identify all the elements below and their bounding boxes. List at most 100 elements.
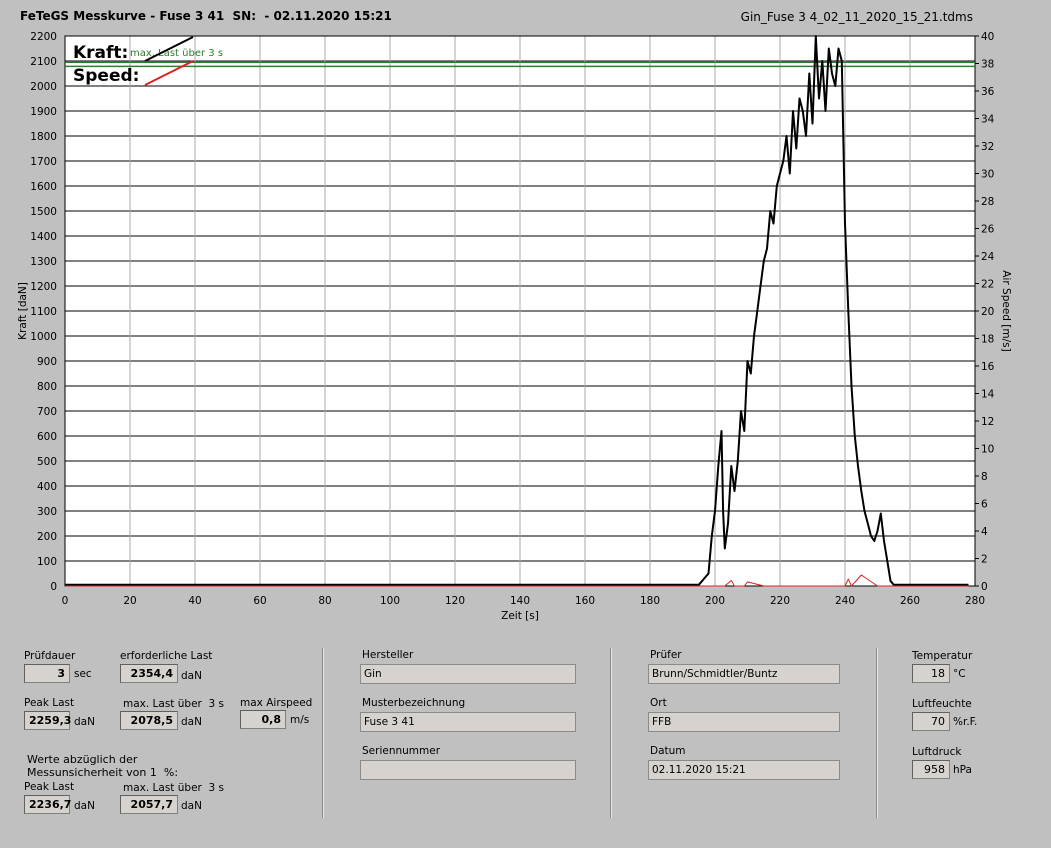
hersteller-label: Hersteller — [362, 649, 414, 661]
y-tick-label: 1800 — [30, 131, 57, 143]
max-airspeed-label: max Airspeed — [240, 697, 313, 709]
y2-tick-label: 36 — [981, 86, 995, 98]
y-tick-label: 1100 — [30, 306, 57, 318]
hersteller-field[interactable]: Gin — [360, 664, 576, 684]
y-tick-label: 2100 — [30, 56, 57, 68]
x-tick-label: 240 — [835, 595, 855, 607]
y-tick-label: 600 — [37, 431, 57, 443]
ort-field[interactable]: FFB — [648, 712, 840, 732]
temperatur-label: Temperatur — [912, 650, 973, 662]
luftfeuchte-unit: %r.F. — [953, 716, 978, 728]
separator — [610, 648, 612, 818]
y-tick-label: 1700 — [30, 156, 57, 168]
erforderliche-last-label: erforderliche Last — [120, 650, 213, 662]
pruefer-label: Prüfer — [650, 649, 682, 661]
x-tick-label: 220 — [770, 595, 790, 607]
y-tick-label: 200 — [37, 531, 57, 543]
max-airspeed-unit: m/s — [290, 714, 310, 726]
y2-tick-label: 4 — [981, 526, 988, 538]
peak-last-unit: daN — [74, 716, 95, 728]
y-tick-label: 100 — [37, 556, 57, 568]
peak-last-value: 2259,3 — [24, 711, 71, 730]
luftfeuchte-value: 70 — [912, 712, 950, 731]
y-tick-label: 1900 — [30, 106, 57, 118]
y2-tick-label: 16 — [981, 361, 995, 373]
x-tick-label: 20 — [123, 595, 136, 607]
legend-label-speed: Speed: — [73, 66, 139, 86]
y-tick-label: 1400 — [30, 231, 57, 243]
y-axis-label: Kraft [daN] — [17, 282, 29, 340]
peak-last-corrected-label: Peak Last — [24, 781, 75, 793]
datum-field[interactable]: 02.11.2020 15:21 — [648, 760, 840, 780]
y-tick-label: 800 — [37, 381, 57, 393]
ort-label: Ort — [650, 697, 667, 709]
pruefer-field[interactable]: Brunn/Schmidtler/Buntz — [648, 664, 840, 684]
y2-tick-label: 34 — [981, 114, 995, 126]
x-tick-label: 280 — [965, 595, 985, 607]
x-tick-label: 40 — [188, 595, 201, 607]
y2-tick-label: 6 — [981, 499, 988, 511]
y-tick-label: 1500 — [30, 206, 57, 218]
pruefdauer-unit: sec — [74, 668, 92, 680]
y2-tick-label: 22 — [981, 279, 994, 291]
y-tick-label: 1600 — [30, 181, 57, 193]
seriennummer-label: Seriennummer — [362, 745, 441, 757]
y-tick-label: 400 — [37, 481, 57, 493]
max-last-unit: daN — [181, 716, 202, 728]
x-tick-label: 200 — [705, 595, 725, 607]
luftdruck-value: 958 — [912, 760, 950, 779]
datum-label: Datum — [650, 745, 686, 757]
uncertainty-note: Werte abzüglich der Messunsicherheit von… — [27, 753, 179, 779]
x-tick-label: 120 — [445, 595, 465, 607]
y2-tick-label: 10 — [981, 444, 994, 456]
erforderliche-last-unit: daN — [181, 670, 202, 682]
erforderliche-last-value: 2354,4 — [120, 664, 178, 683]
musterbezeichnung-field[interactable]: Fuse 3 41 — [360, 712, 576, 732]
musterbezeichnung-label: Musterbezeichnung — [362, 697, 466, 709]
x-tick-label: 100 — [380, 595, 400, 607]
seriennummer-field[interactable] — [360, 760, 576, 780]
pruefdauer-label: Prüfdauer — [24, 650, 76, 662]
y2-tick-label: 32 — [981, 141, 994, 153]
x-tick-label: 0 — [62, 595, 69, 607]
force-speed-chart: 0100200300400500600700800900100011001200… — [17, 31, 1012, 622]
y2-tick-label: 38 — [981, 59, 994, 71]
max-last-corrected-label: max. Last über 3 s — [123, 782, 225, 794]
y2-tick-label: 28 — [981, 196, 994, 208]
y2-tick-label: 40 — [981, 31, 994, 43]
separator — [322, 648, 324, 818]
y2-tick-label: 18 — [981, 334, 994, 346]
y-tick-label: 1300 — [30, 256, 57, 268]
luftdruck-unit: hPa — [953, 764, 972, 776]
x-tick-label: 140 — [510, 595, 530, 607]
y-tick-label: 2000 — [30, 81, 57, 93]
luftfeuchte-label: Luftfeuchte — [912, 698, 972, 710]
x-tick-label: 260 — [900, 595, 920, 607]
legend-label-kraft: Kraft: — [73, 43, 128, 63]
max-last-corrected-value: 2057,7 — [120, 795, 178, 814]
peak-last-corrected-value: 2236,7 — [24, 795, 71, 814]
max-last-value: 2078,5 — [120, 711, 178, 730]
y-tick-label: 500 — [37, 456, 57, 468]
temperatur-value: 18 — [912, 664, 950, 683]
pruefdauer-value: 3 — [24, 664, 70, 683]
y-tick-label: 1000 — [30, 331, 57, 343]
max-last-annotation: max. Last über 3 s — [130, 48, 223, 59]
y2-axis-label: Air Speed [m/s] — [1000, 270, 1012, 351]
max-airspeed-value: 0,8 — [240, 710, 286, 729]
peak-last-label: Peak Last — [24, 697, 75, 709]
max-last-corrected-unit: daN — [181, 800, 202, 812]
y2-tick-label: 0 — [981, 581, 988, 593]
y2-tick-label: 2 — [981, 554, 988, 566]
y2-tick-label: 30 — [981, 169, 994, 181]
luftdruck-label: Luftdruck — [912, 746, 962, 758]
y-tick-label: 1200 — [30, 281, 57, 293]
x-tick-label: 80 — [318, 595, 331, 607]
y-tick-label: 900 — [37, 356, 57, 368]
y2-tick-label: 20 — [981, 306, 994, 318]
y2-tick-label: 12 — [981, 416, 994, 428]
y2-tick-label: 26 — [981, 224, 995, 236]
x-tick-label: 160 — [575, 595, 595, 607]
x-tick-label: 60 — [253, 595, 266, 607]
y2-tick-label: 14 — [981, 389, 995, 401]
